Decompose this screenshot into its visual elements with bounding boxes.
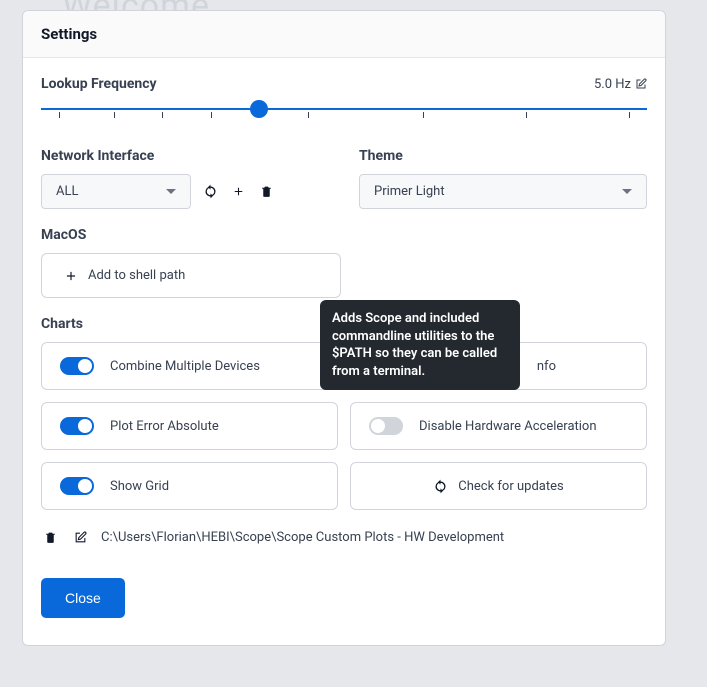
macos-label: MacOS: [41, 227, 647, 243]
custom-plots-path-row: C:\Users\Florian\HEBI\Scope\Scope Custom…: [41, 528, 647, 546]
tooltip: Adds Scope and included commandline util…: [320, 300, 520, 390]
path-text: C:\Users\Florian\HEBI\Scope\Scope Custom…: [101, 530, 647, 545]
toggle-label: nfo: [537, 359, 556, 374]
toggle-label: Combine Multiple Devices: [110, 359, 260, 374]
check-updates-button[interactable]: Check for updates: [350, 462, 647, 510]
frequency-row: Lookup Frequency 5.0 Hz: [41, 76, 647, 92]
toggle-switch[interactable]: [369, 417, 403, 435]
toggle-label: Show Grid: [110, 479, 169, 494]
frequency-value: 5.0 Hz: [594, 77, 631, 92]
toggle-disable-hw[interactable]: Disable Hardware Acceleration: [350, 402, 647, 450]
panel-header: Settings: [23, 11, 665, 58]
network-label: Network Interface: [41, 148, 329, 164]
network-section: Network Interface ALL: [41, 148, 329, 209]
network-select[interactable]: ALL: [41, 174, 191, 209]
network-selected: ALL: [56, 184, 78, 199]
trash-icon[interactable]: [41, 528, 59, 546]
toggle-label: Disable Hardware Acceleration: [419, 419, 597, 434]
add-shell-path-button[interactable]: Add to shell path: [41, 253, 341, 298]
plus-icon: [64, 269, 78, 283]
theme-select[interactable]: Primer Light: [359, 174, 647, 209]
trash-icon[interactable]: [257, 183, 275, 201]
toggle-switch[interactable]: [60, 477, 94, 495]
add-shell-label: Add to shell path: [88, 268, 185, 283]
edit-icon[interactable]: [71, 528, 89, 546]
frequency-value-group[interactable]: 5.0 Hz: [594, 77, 647, 92]
toggle-plot-error[interactable]: Plot Error Absolute: [41, 402, 338, 450]
panel-title: Settings: [41, 25, 647, 43]
theme-selected: Primer Light: [374, 184, 445, 199]
edit-icon[interactable]: [635, 78, 647, 90]
refresh-icon: [433, 479, 448, 494]
frequency-label: Lookup Frequency: [41, 76, 157, 92]
plus-icon[interactable]: [229, 183, 247, 201]
toggle-show-grid[interactable]: Show Grid: [41, 462, 338, 510]
chevron-down-icon: [622, 189, 632, 194]
check-updates-label: Check for updates: [458, 479, 563, 494]
refresh-icon[interactable]: [201, 183, 219, 201]
toggle-switch[interactable]: [60, 357, 94, 375]
toggle-switch[interactable]: [60, 417, 94, 435]
theme-label: Theme: [359, 148, 647, 164]
close-button[interactable]: Close: [41, 578, 125, 618]
toggle-combine-devices[interactable]: Combine Multiple Devices: [41, 342, 338, 390]
chevron-down-icon: [166, 189, 176, 194]
slider-ticks: [41, 110, 647, 118]
frequency-slider[interactable]: [41, 100, 647, 128]
theme-section: Theme Primer Light: [359, 148, 647, 209]
toggle-label: Plot Error Absolute: [110, 419, 219, 434]
